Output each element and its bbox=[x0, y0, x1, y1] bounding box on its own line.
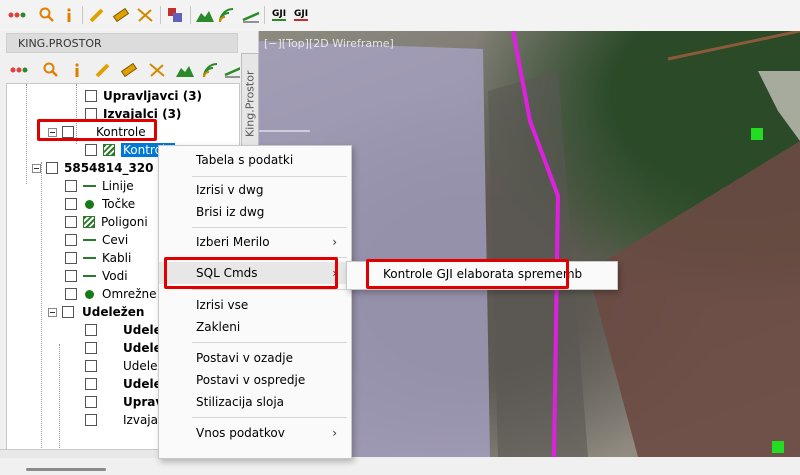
polygon-legend-icon bbox=[103, 144, 115, 156]
menu-item-vnos-podatkov[interactable]: Vnos podatkov › bbox=[159, 422, 351, 444]
tree-horizontal-scrollbar[interactable] bbox=[6, 463, 238, 475]
panel-toolbar bbox=[6, 59, 242, 83]
line-legend-icon bbox=[83, 185, 96, 187]
highlight-box-sql-cmds bbox=[164, 257, 338, 289]
panel-title: KING.PROSTOR bbox=[6, 33, 238, 53]
terrain-icon[interactable] bbox=[194, 4, 216, 26]
tree-item[interactable]: Udele bbox=[85, 339, 162, 357]
checkbox[interactable] bbox=[65, 288, 77, 300]
expander-icon[interactable] bbox=[48, 307, 57, 317]
chevron-right-icon: › bbox=[332, 235, 337, 249]
highlight-box-kontrole bbox=[37, 119, 157, 141]
tree-item[interactable]: Cevi bbox=[65, 231, 128, 249]
menu-item-postavi-ozadje[interactable]: Postavi v ozadje bbox=[159, 347, 351, 369]
main-toolbar: GJI GJI bbox=[0, 0, 800, 32]
line-legend-icon bbox=[83, 257, 96, 259]
checkbox[interactable] bbox=[85, 414, 97, 426]
signal-icon[interactable] bbox=[200, 59, 222, 81]
pencil-icon[interactable] bbox=[86, 4, 108, 26]
polygon-legend-icon bbox=[83, 216, 95, 228]
dots-icon[interactable] bbox=[8, 59, 30, 81]
scrollbar-thumb[interactable] bbox=[26, 468, 106, 471]
checkbox[interactable] bbox=[65, 180, 77, 192]
tree-item[interactable]: Izvajal bbox=[85, 411, 161, 429]
menu-item-izrisi-vse[interactable]: Izrisi vse bbox=[159, 294, 351, 316]
tree-item[interactable]: Uprav bbox=[85, 393, 163, 411]
highlight-box-kontrole-gji bbox=[366, 259, 569, 289]
tree-item[interactable]: Kabli bbox=[65, 249, 131, 267]
roof-area bbox=[588, 141, 800, 457]
tree-item[interactable]: Točke bbox=[65, 195, 135, 213]
side-tab-king-prostor[interactable]: King.Prostor bbox=[241, 53, 259, 155]
tree-item[interactable]: Udele bbox=[85, 375, 162, 393]
layers-icon[interactable] bbox=[164, 4, 186, 26]
menu-item-brisi-dwg[interactable]: Brisi iz dwg bbox=[159, 201, 351, 223]
checkbox[interactable] bbox=[65, 216, 77, 228]
checkbox[interactable] bbox=[65, 270, 77, 282]
tree-item[interactable]: Omrežne bbox=[65, 285, 156, 303]
info-icon[interactable] bbox=[58, 4, 80, 26]
checkbox[interactable] bbox=[85, 378, 97, 390]
gji-icon[interactable]: GJI bbox=[268, 4, 290, 26]
checkbox[interactable] bbox=[85, 342, 97, 354]
line-legend-icon bbox=[83, 275, 96, 277]
checkbox[interactable] bbox=[65, 234, 77, 246]
marker-square bbox=[751, 128, 763, 140]
menu-item-stilizacija[interactable]: Stilizacija sloja bbox=[159, 391, 351, 413]
checkbox[interactable] bbox=[85, 396, 97, 408]
tree-item[interactable]: Vodi bbox=[65, 267, 128, 285]
dots-icon[interactable] bbox=[6, 4, 28, 26]
checkbox[interactable] bbox=[62, 306, 74, 318]
tree-item[interactable]: Linije bbox=[65, 177, 134, 195]
info-icon[interactable] bbox=[66, 59, 88, 81]
gji-alt-icon[interactable]: GJI bbox=[290, 4, 312, 26]
checkbox[interactable] bbox=[46, 162, 58, 174]
menu-item-postavi-ospredje[interactable]: Postavi v ospredje bbox=[159, 369, 351, 391]
search-icon[interactable] bbox=[36, 4, 58, 26]
cross-icon[interactable] bbox=[146, 59, 168, 81]
ruler-icon[interactable] bbox=[118, 59, 140, 81]
checkbox[interactable] bbox=[85, 360, 97, 372]
tree-item[interactable]: Poligoni bbox=[65, 213, 148, 231]
pencil-icon[interactable] bbox=[92, 59, 114, 81]
checkbox[interactable] bbox=[85, 90, 97, 102]
menu-item-izrisi-dwg[interactable]: Izrisi v dwg bbox=[159, 179, 351, 201]
tree-item[interactable]: Udele bbox=[85, 321, 162, 339]
point-legend-icon bbox=[85, 199, 94, 209]
menu-item-tabela[interactable]: Tabela s podatki bbox=[159, 149, 351, 171]
checkbox[interactable] bbox=[85, 324, 97, 336]
point-legend-icon bbox=[85, 289, 94, 299]
menu-item-izberi-merilo[interactable]: Izberi Merilo › bbox=[159, 231, 351, 253]
viewport-label[interactable]: [−][Top][2D Wireframe] bbox=[264, 37, 394, 50]
menu-item-zakleni[interactable]: Zakleni bbox=[159, 316, 351, 338]
ruler-icon[interactable] bbox=[110, 4, 132, 26]
checkbox[interactable] bbox=[65, 252, 77, 264]
chevron-right-icon: › bbox=[332, 426, 337, 440]
tree-item[interactable]: 5854814_320 bbox=[32, 159, 154, 177]
line-legend-icon bbox=[83, 239, 96, 241]
search-icon[interactable] bbox=[40, 59, 62, 81]
cross-icon[interactable] bbox=[134, 4, 156, 26]
signal-icon[interactable] bbox=[216, 4, 238, 26]
line-icon[interactable] bbox=[240, 4, 262, 26]
terrain-icon[interactable] bbox=[174, 59, 196, 81]
checkbox[interactable] bbox=[65, 198, 77, 210]
expander-icon[interactable] bbox=[32, 163, 41, 173]
tree-item[interactable]: Upravljavci (3) bbox=[85, 87, 202, 105]
tree-item[interactable]: Udelež bbox=[85, 357, 164, 375]
context-menu: Tabela s podatki Izrisi v dwg Brisi iz d… bbox=[158, 145, 352, 459]
marker-square bbox=[772, 441, 784, 453]
checkbox[interactable] bbox=[85, 144, 97, 156]
tree-item[interactable]: Udeležen bbox=[48, 303, 144, 321]
